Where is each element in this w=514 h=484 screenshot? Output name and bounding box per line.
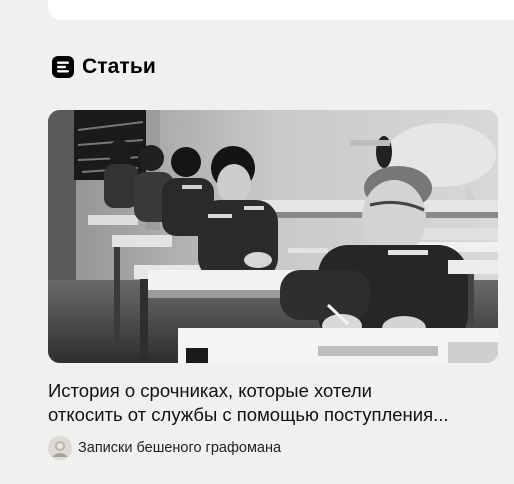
article-card[interactable]: История о срочниках, которые хотели отко…	[48, 110, 498, 462]
section-header: Статьи	[52, 54, 156, 80]
author-avatar[interactable]	[48, 436, 72, 460]
article-image[interactable]	[48, 110, 498, 363]
article-title[interactable]: История о срочниках, которые хотели отко…	[48, 379, 500, 427]
section-title: Статьи	[82, 55, 156, 78]
article-source[interactable]: Записки бешеного графомана	[48, 436, 281, 460]
source-name[interactable]: Записки бешеного графомана	[78, 438, 281, 458]
previous-card	[48, 0, 514, 20]
article-icon	[52, 56, 74, 78]
